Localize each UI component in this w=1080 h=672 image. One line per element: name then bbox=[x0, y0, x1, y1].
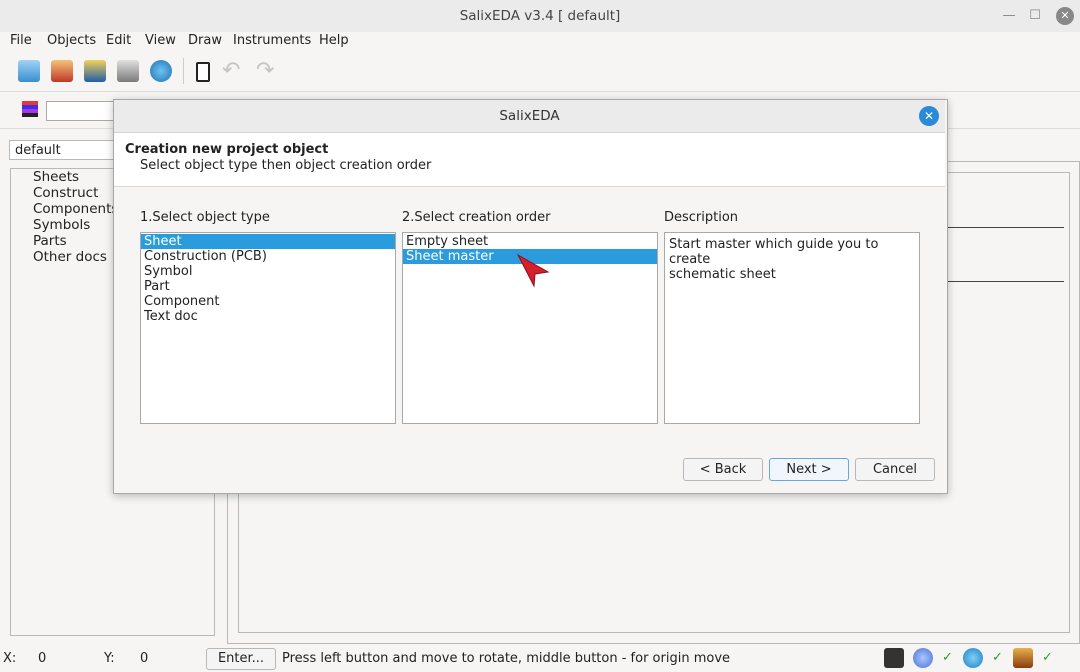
y-label: Y: bbox=[104, 651, 115, 666]
x-value: 0 bbox=[38, 651, 47, 666]
tree-item-construct[interactable]: Construct bbox=[33, 185, 98, 201]
dialog-header-title: Creation new project object bbox=[125, 142, 329, 157]
cursor-icon bbox=[516, 253, 550, 288]
list-item-construction[interactable]: Construction (PCB) bbox=[141, 249, 395, 264]
list-item-part[interactable]: Part bbox=[141, 279, 395, 294]
back-button[interactable]: < Back bbox=[683, 458, 763, 481]
status-message: Press left button and move to rotate, mi… bbox=[282, 651, 731, 666]
save-icon[interactable] bbox=[84, 60, 106, 82]
cloud-icon[interactable] bbox=[963, 648, 983, 668]
tree-item-other-docs[interactable]: Other docs bbox=[33, 249, 107, 265]
menu-view[interactable]: View bbox=[145, 33, 176, 48]
menu-edit[interactable]: Edit bbox=[106, 33, 131, 48]
tree-item-sheets[interactable]: Sheets bbox=[33, 169, 79, 185]
tree-item-symbols[interactable]: Symbols bbox=[33, 217, 90, 233]
toolbar-separator bbox=[183, 58, 184, 84]
x-label: X: bbox=[3, 651, 17, 666]
books-icon[interactable] bbox=[1013, 648, 1033, 668]
cancel-button[interactable]: Cancel bbox=[855, 458, 935, 481]
menu-draw[interactable]: Draw bbox=[188, 33, 222, 48]
print-icon[interactable] bbox=[117, 60, 139, 82]
layer-input[interactable] bbox=[46, 101, 116, 121]
check-icon: ✓ bbox=[992, 650, 1003, 665]
enter-button[interactable]: Enter... bbox=[206, 648, 276, 670]
maximize-icon[interactable]: ☐ bbox=[1026, 7, 1044, 25]
list-item-text-doc[interactable]: Text doc bbox=[141, 309, 395, 324]
new-file-icon[interactable] bbox=[18, 60, 40, 82]
menu-file[interactable]: File bbox=[10, 33, 32, 48]
check-icon: ✓ bbox=[1042, 650, 1053, 665]
description-line: schematic sheet bbox=[669, 267, 776, 282]
menu-objects[interactable]: Objects bbox=[47, 33, 96, 48]
next-button[interactable]: Next > bbox=[769, 458, 849, 481]
menu-instruments[interactable]: Instruments bbox=[233, 33, 311, 48]
check-icon: ✓ bbox=[942, 650, 953, 665]
list-item-sheet[interactable]: Sheet bbox=[141, 234, 395, 249]
description-label: Description bbox=[664, 210, 739, 225]
description-line: Start master which guide you to create bbox=[669, 237, 879, 267]
description-box: Start master which guide you to create s… bbox=[664, 232, 920, 424]
dialog-close-icon[interactable]: ✕ bbox=[919, 106, 939, 126]
project-combo[interactable]: default bbox=[9, 140, 119, 160]
tree-item-parts[interactable]: Parts bbox=[33, 233, 67, 249]
window-close-icon[interactable]: ✕ bbox=[1056, 7, 1074, 25]
layers-icon[interactable] bbox=[22, 101, 38, 117]
list-item-empty-sheet[interactable]: Empty sheet bbox=[403, 234, 657, 249]
menu-help[interactable]: Help bbox=[319, 33, 349, 48]
list-item-symbol[interactable]: Symbol bbox=[141, 264, 395, 279]
clapper-icon[interactable] bbox=[884, 648, 904, 668]
page-icon[interactable] bbox=[196, 62, 210, 82]
redo-icon[interactable]: ↷ bbox=[256, 58, 274, 83]
tree-item-components[interactable]: Components bbox=[33, 201, 118, 217]
y-value: 0 bbox=[140, 651, 149, 666]
object-type-label: 1.Select object type bbox=[140, 210, 270, 225]
editor-rule-line bbox=[946, 227, 1064, 228]
globe-icon[interactable] bbox=[913, 648, 933, 668]
dialog-title: SalixEDA bbox=[499, 108, 560, 124]
list-item-component[interactable]: Component bbox=[141, 294, 395, 309]
cloud-sync-icon[interactable] bbox=[150, 60, 172, 82]
window-title: SalixEDA v3.4 [ default] bbox=[459, 8, 621, 24]
object-type-list[interactable]: Sheet Construction (PCB) Symbol Part Com… bbox=[140, 232, 396, 424]
editor-rule-line bbox=[946, 281, 1064, 282]
dialog-header-subtitle: Select object type then object creation … bbox=[140, 158, 432, 173]
minimize-icon[interactable]: — bbox=[1000, 7, 1018, 25]
undo-icon[interactable]: ↶ bbox=[222, 58, 240, 83]
creation-order-label: 2.Select creation order bbox=[402, 210, 551, 225]
open-project-icon[interactable] bbox=[51, 60, 73, 82]
